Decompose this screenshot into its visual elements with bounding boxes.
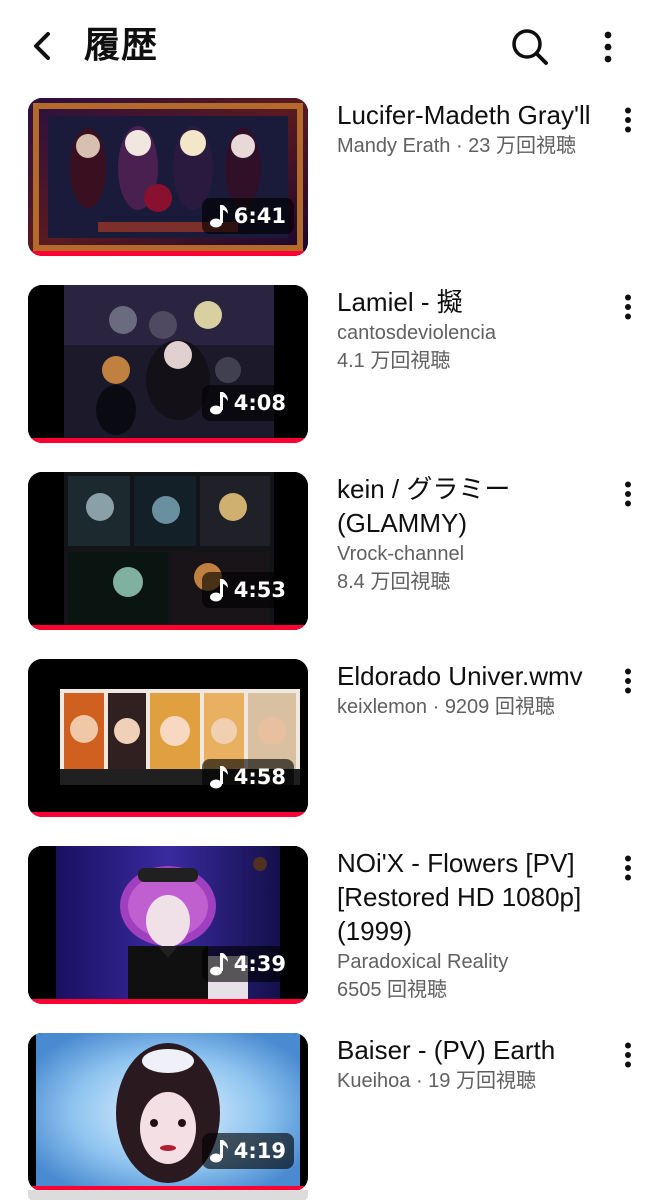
watch-progress-bar <box>28 999 308 1004</box>
watch-progress-bar <box>28 251 308 256</box>
history-screen: 履歴 6:41 Lucifer-Madeth Gray'll Mandy Era… <box>0 0 657 1200</box>
video-metadata: NOi'X - Flowers [PV] [Restored HD 1080p]… <box>337 846 602 1004</box>
video-thumbnail[interactable]: 4:39 <box>28 846 308 1004</box>
video-title: NOi'X - Flowers [PV] [Restored HD 1080p]… <box>337 848 582 946</box>
back-button[interactable] <box>22 24 62 68</box>
watch-progress-bar <box>28 438 308 443</box>
duration-badge: 4:53 <box>201 572 294 608</box>
search-button[interactable] <box>507 24 553 70</box>
video-list-item[interactable]: 4:53 kein / グラミー (GLAMMY) Vrock-channel … <box>0 470 657 657</box>
music-note-icon <box>209 205 228 228</box>
more-vert-icon <box>604 31 612 63</box>
channel-name: Paradoxical Reality <box>337 951 509 973</box>
music-note-icon <box>209 579 228 602</box>
video-menu-button[interactable] <box>614 474 642 514</box>
video-metadata: kein / グラミー (GLAMMY) Vrock-channel 8.4 万… <box>337 472 602 596</box>
duration-text: 4:39 <box>233 952 286 976</box>
video-thumbnail[interactable]: 4:58 <box>28 659 308 817</box>
video-thumbnail[interactable]: 6:41 <box>28 98 308 256</box>
back-arrow-icon <box>34 32 50 60</box>
duration-text: 4:53 <box>233 578 286 602</box>
more-options-button[interactable] <box>588 24 628 70</box>
video-metadata: Eldorado Univer.wmv keixlemon · 9209 回視聴 <box>337 659 602 721</box>
video-thumbnail[interactable]: 4:08 <box>28 285 308 443</box>
video-menu-button[interactable] <box>614 848 642 888</box>
duration-badge: 4:39 <box>201 946 294 982</box>
video-list-item[interactable]: 4:19 Baiser - (PV) Earth Kueihoa · 19 万回… <box>0 1031 657 1200</box>
channel-and-views: Mandy Erath · 23 万回視聴 <box>337 135 576 157</box>
channel-and-views: keixlemon · 9209 回視聴 <box>337 696 555 718</box>
history-video-list: 6:41 Lucifer-Madeth Gray'll Mandy Erath … <box>0 96 657 1200</box>
top-app-bar: 履歴 <box>0 0 657 90</box>
music-note-icon <box>209 392 228 415</box>
video-menu-button[interactable] <box>614 287 642 327</box>
video-menu-button[interactable] <box>614 661 642 701</box>
more-vert-icon <box>625 294 631 320</box>
video-list-item[interactable]: 6:41 Lucifer-Madeth Gray'll Mandy Erath … <box>0 96 657 283</box>
video-title: Eldorado Univer.wmv <box>337 661 583 691</box>
video-title: Lamiel - 擬 <box>337 287 463 317</box>
duration-text: 4:58 <box>233 765 286 789</box>
page-title: 履歴 <box>84 25 159 66</box>
music-note-icon <box>209 953 228 976</box>
video-list-item[interactable]: 4:39 NOi'X - Flowers [PV] [Restored HD 1… <box>0 844 657 1031</box>
video-metadata: Baiser - (PV) Earth Kueihoa · 19 万回視聴 <box>337 1033 602 1095</box>
video-thumbnail[interactable]: 4:19 <box>28 1033 308 1191</box>
video-thumbnail[interactable]: 4:53 <box>28 472 308 630</box>
video-metadata: Lamiel - 擬 cantosdeviolencia 4.1 万回視聴 <box>337 285 602 375</box>
video-menu-button[interactable] <box>614 1035 642 1075</box>
video-title: Lucifer-Madeth Gray'll <box>337 100 591 130</box>
view-count: 6505 回視聴 <box>337 979 448 1001</box>
duration-text: 6:41 <box>233 204 286 228</box>
search-icon <box>512 29 548 65</box>
more-vert-icon <box>625 668 631 694</box>
more-vert-icon <box>625 855 631 881</box>
channel-name: cantosdeviolencia <box>337 322 496 344</box>
view-count: 8.4 万回視聴 <box>337 571 451 593</box>
video-list-item[interactable]: 4:08 Lamiel - 擬 cantosdeviolencia 4.1 万回… <box>0 283 657 470</box>
video-metadata: Lucifer-Madeth Gray'll Mandy Erath · 23 … <box>337 98 602 160</box>
duration-badge: 4:08 <box>201 385 294 421</box>
channel-and-views: Kueihoa · 19 万回視聴 <box>337 1070 536 1092</box>
music-note-icon <box>209 1140 228 1163</box>
watch-progress-bar <box>28 625 308 630</box>
video-menu-button[interactable] <box>614 100 642 140</box>
duration-badge: 4:58 <box>201 759 294 795</box>
more-vert-icon <box>625 107 631 133</box>
watch-progress-bar <box>28 812 308 817</box>
more-vert-icon <box>625 481 631 507</box>
duration-text: 4:19 <box>233 1139 286 1163</box>
video-list-item[interactable]: 4:58 Eldorado Univer.wmv keixlemon · 920… <box>0 657 657 844</box>
duration-badge: 6:41 <box>201 198 294 234</box>
next-thumbnail-peek <box>28 1190 308 1200</box>
video-title: kein / グラミー (GLAMMY) <box>337 474 511 538</box>
duration-text: 4:08 <box>233 391 286 415</box>
view-count: 4.1 万回視聴 <box>337 350 451 372</box>
more-vert-icon <box>625 1042 631 1068</box>
music-note-icon <box>209 766 228 789</box>
duration-badge: 4:19 <box>201 1133 294 1169</box>
channel-name: Vrock-channel <box>337 543 465 565</box>
video-title: Baiser - (PV) Earth <box>337 1035 556 1065</box>
